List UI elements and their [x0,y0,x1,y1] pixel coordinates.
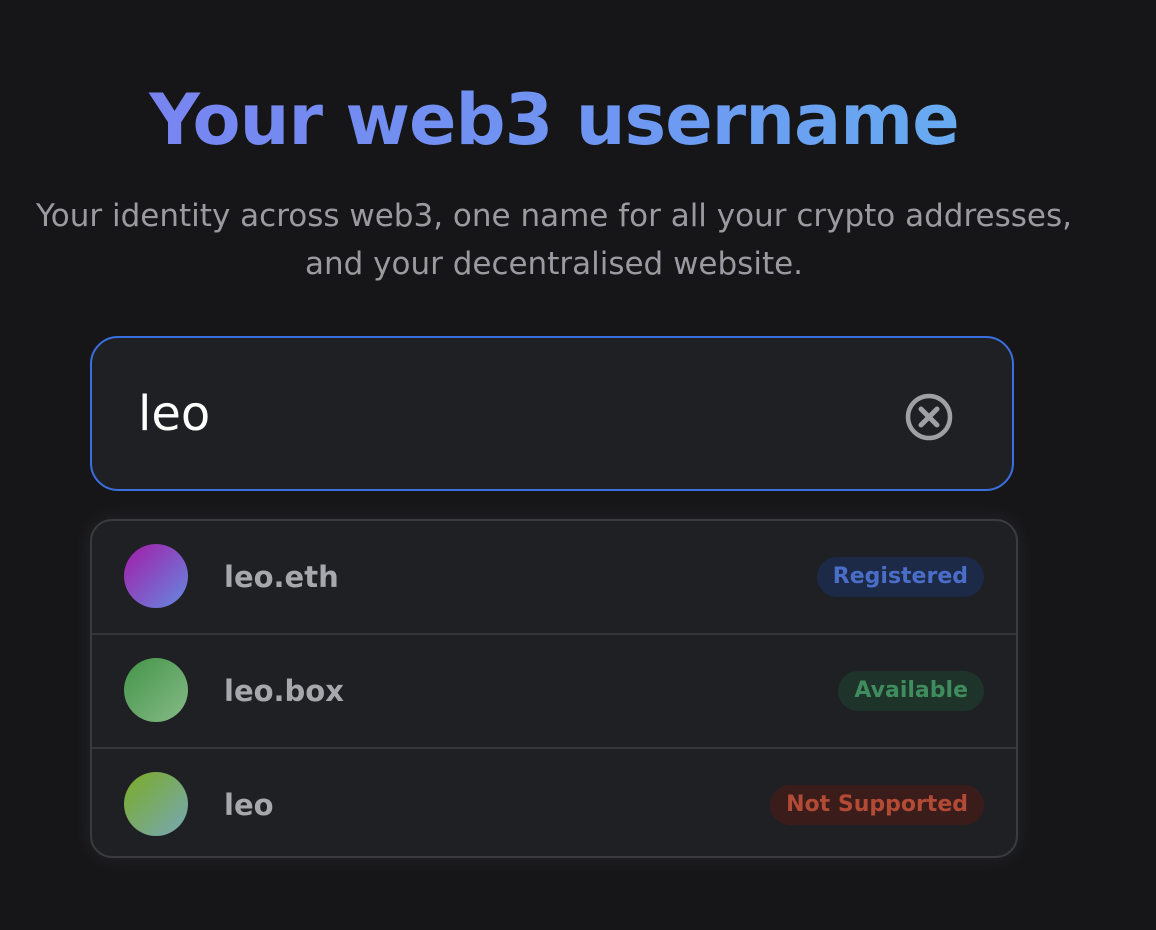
avatar [124,658,188,722]
search-input[interactable] [138,378,838,450]
status-badge: Registered [816,557,984,597]
close-circle-icon[interactable] [904,392,954,442]
search-box [90,336,1014,491]
status-badge: Not Supported [770,785,984,825]
result-row-leo[interactable]: leo Not Supported [92,749,1016,856]
status-badge: Available [838,671,984,711]
avatar [124,544,188,608]
avatar [124,772,188,836]
page: Your web3 username Your identity across … [0,0,1156,930]
subtitle-line-2: and your decentralised website. [304,246,804,282]
result-name: leo [224,788,274,822]
subtitle-line-1: Your identity across web3, one name for … [35,198,1072,234]
result-row-leo-eth[interactable]: leo.eth Registered [92,521,1016,635]
result-name: leo.box [224,674,344,708]
page-subtitle: Your identity across web3, one name for … [0,192,1108,288]
page-title: Your web3 username [0,74,1108,166]
result-name: leo.eth [224,560,339,594]
search-results-dropdown: leo.eth Registered leo.box Available leo… [90,519,1018,858]
result-row-leo-box[interactable]: leo.box Available [92,635,1016,749]
